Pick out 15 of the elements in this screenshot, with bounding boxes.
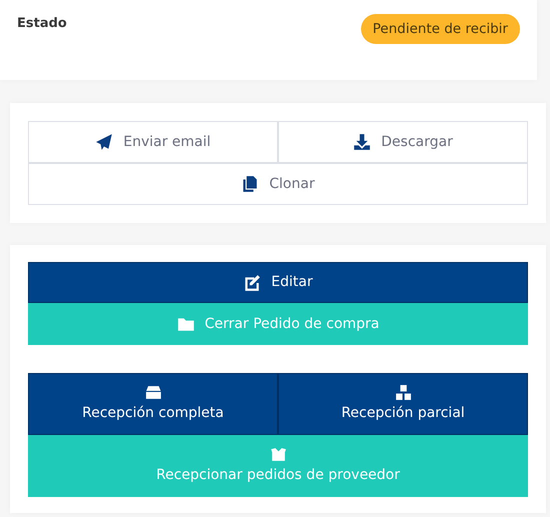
paper-plane-icon	[95, 133, 114, 151]
edit-icon	[243, 274, 262, 292]
copy-icon	[241, 175, 260, 193]
action-button[interactable]: Editar	[28, 262, 528, 303]
status-badge: Pendiente de recibir	[360, 14, 520, 44]
open-box-icon	[270, 446, 286, 463]
action-button[interactable]: Descargar	[278, 121, 528, 163]
action-button[interactable]: Recepción completa	[28, 373, 278, 435]
box-icon	[144, 384, 162, 401]
download-icon	[353, 133, 372, 151]
action-button[interactable]: Enviar email	[28, 121, 278, 163]
action-button[interactable]: Recepción parcial	[278, 373, 528, 435]
action-button[interactable]: Clonar	[28, 163, 528, 205]
status-label: Estado	[17, 15, 67, 33]
boxes-icon	[394, 384, 412, 401]
